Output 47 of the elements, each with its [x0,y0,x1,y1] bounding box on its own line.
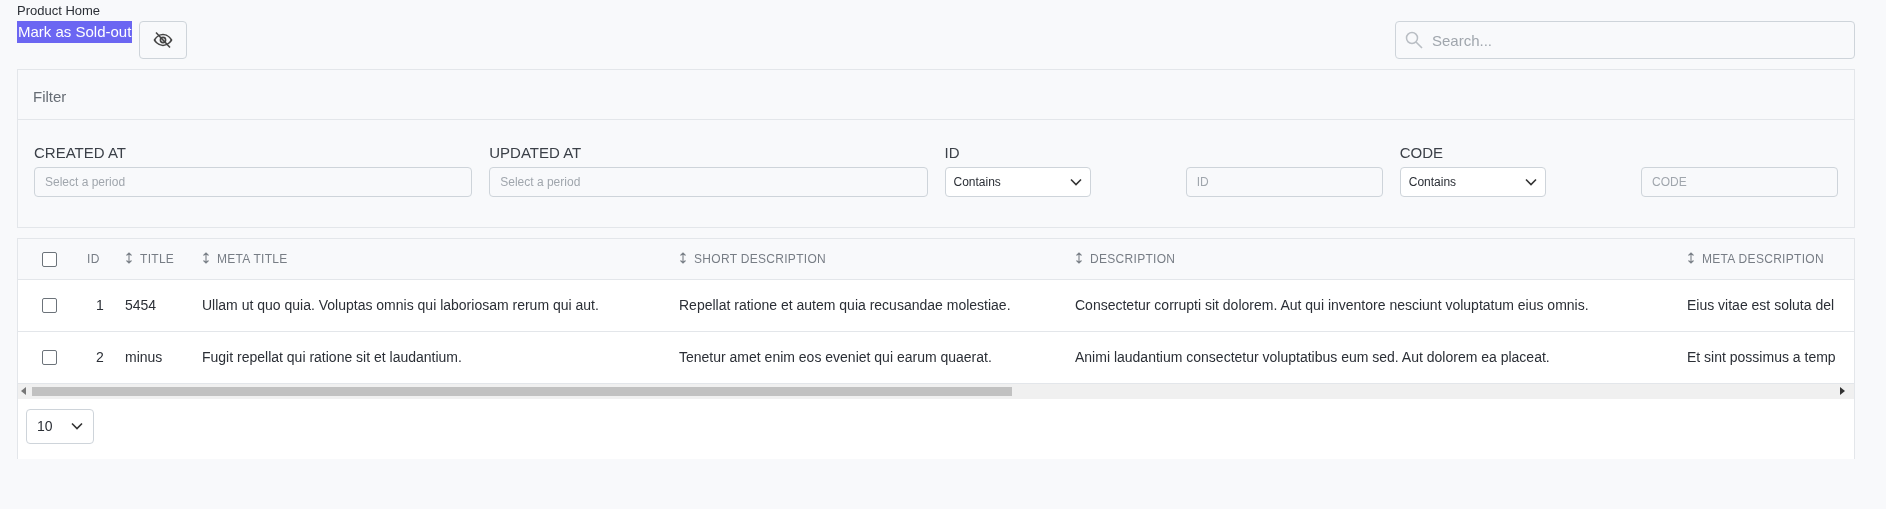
table-cell: Fugit repellat qui ratione sit et laudantium. [202,348,462,365]
column-header[interactable]: ID [87,251,100,266]
sort-icon[interactable] [679,251,687,264]
table-cell: Et sint possimus a temp [1687,348,1836,365]
table-cell: 1 [96,296,104,313]
page-size-select[interactable]: 10 [26,408,94,444]
column-header[interactable]: META TITLE [217,251,288,266]
table-cell: minus [125,348,163,365]
field-label: CREATED AT [34,143,127,162]
column-header[interactable]: SHORT DESCRIPTION [694,251,826,266]
date-range-field[interactable]: Select a period [489,167,928,197]
column-header[interactable]: TITLE [140,251,175,266]
table-cell: Repellat ratione et autem quia recusandae molestiae. [679,296,1011,313]
operator-select[interactable]: Contains [1399,167,1546,197]
sort-icon[interactable] [1075,251,1083,264]
field-label: UPDATED AT [489,143,583,162]
field-label: ID [944,143,961,162]
panel-title: Filter [33,88,67,105]
table-cell: Animi laudantium consectetur voluptatibus eum sed. Aut dolorem ea placeat. [1075,348,1550,365]
table-cell: Eius vitae est soluta del [1687,296,1835,313]
row-checkbox[interactable] [42,298,57,314]
chevron-down-icon [1524,178,1537,186]
scroll-left-icon[interactable] [21,387,27,395]
chevron-down-icon [71,422,83,430]
sort-icon[interactable] [1687,251,1695,264]
table-cell: Ullam ut quo quia. Voluptas omnis qui laboriosam rerum qui aut. [202,296,599,313]
eye-off-icon [153,31,174,49]
date-range-field[interactable]: Select a period [34,167,473,197]
input-field[interactable]: ID [1185,167,1383,197]
input-field[interactable]: CODE [1641,167,1838,197]
select-all-checkbox[interactable] [42,252,57,268]
chevron-down-icon [1069,178,1082,186]
column-header[interactable]: DESCRIPTION [1090,251,1176,266]
table-cell: Consectetur corrupti sit dolorem. Aut qui inventore nesciunt voluptatum eius omnis. [1075,296,1589,313]
field-label: CODE [1399,143,1445,162]
search-field[interactable]: Search... [1395,21,1855,59]
table-cell: Tenetur amet enim eos eveniet qui earum quaerat. [679,348,992,365]
sort-icon[interactable] [202,251,210,264]
hide-button[interactable] [139,21,188,59]
scroll-right-icon[interactable] [1840,387,1846,395]
table-cell: 2 [96,348,104,365]
sort-icon[interactable] [125,251,133,264]
table-cell: 5454 [125,296,157,313]
operator-select[interactable]: Contains [944,167,1091,197]
action-link[interactable]: Mark as Sold-out [17,21,133,43]
row-checkbox[interactable] [42,350,57,366]
page-title: Product Home [17,4,101,17]
